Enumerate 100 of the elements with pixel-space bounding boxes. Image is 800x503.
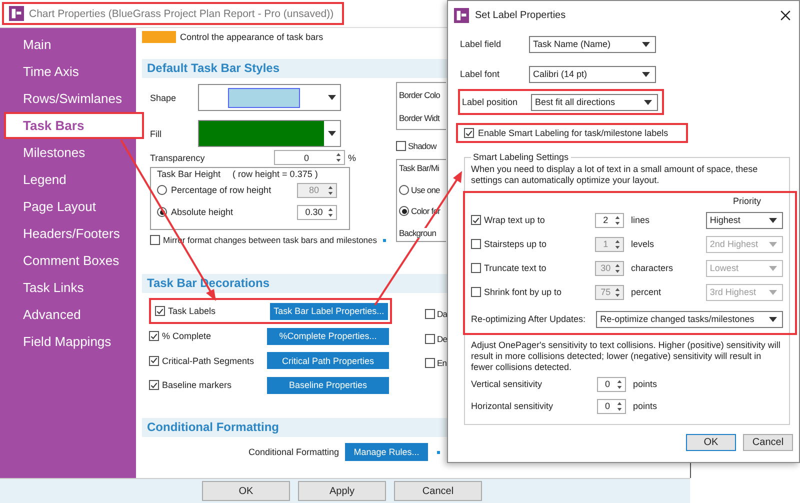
dialog-button[interactable]: Apply — [298, 481, 386, 501]
checkbox[interactable] — [425, 358, 435, 368]
rule-label: Stairsteps up to — [484, 239, 547, 249]
properties-button[interactable]: %Complete Properties... — [267, 328, 389, 345]
height-field[interactable]: 0.30 — [297, 204, 337, 220]
number-field[interactable]: 1 — [595, 236, 624, 252]
properties-button[interactable]: Task Bar Label Properties... — [270, 302, 388, 320]
caret-icon — [328, 131, 336, 136]
caret-icon — [769, 290, 777, 294]
checkbox-label: Enable Smart Labeling for task/milestone labels — [478, 128, 668, 138]
spinner-arrows-icon[interactable] — [326, 206, 335, 218]
sidebar-item[interactable]: Main — [0, 31, 136, 58]
sidebar-item[interactable]: Time Axis — [0, 58, 136, 85]
radio-button[interactable] — [399, 184, 409, 195]
reoptimize-label: Re-optimizing After Updates: — [471, 314, 587, 324]
unit-label: points — [633, 379, 658, 389]
checkbox[interactable] — [425, 334, 435, 344]
rule-label: Wrap text up to — [484, 215, 545, 225]
reoptimize-dropdown[interactable]: Re-optimize changed tasks/milestones — [596, 310, 783, 328]
description-text: When you need to display a lot of text in a small amount of space, these settings can automatically optimize your layout. — [471, 164, 759, 186]
caret-icon — [769, 266, 777, 270]
field-label: Label field — [460, 39, 502, 49]
sidebar-item[interactable]: Rows/Swimlanes — [0, 85, 136, 112]
checkbox-label: Da — [437, 309, 448, 320]
fill-dropdown[interactable] — [198, 120, 341, 147]
shape-label: Shape — [150, 92, 178, 102]
dropdown[interactable]: Best fit all directions — [531, 94, 658, 110]
shape-dropdown[interactable] — [198, 84, 341, 111]
intro-text: Control the appearance of task bars — [180, 32, 324, 42]
window-title: Chart Properties (BlueGrass Project Plan Report - Pro (unsaved)) — [29, 8, 334, 20]
checkbox[interactable] — [471, 239, 481, 249]
decoration-label: % Complete — [162, 331, 212, 342]
sidebar-item[interactable]: Legend — [0, 166, 136, 193]
sidebar-item[interactable]: Advanced — [0, 301, 136, 328]
properties-button[interactable]: Baseline Properties — [267, 376, 389, 394]
row-height-note: ( row height = 0.375 ) — [232, 169, 318, 179]
spinner-arrows-icon[interactable] — [615, 378, 624, 390]
spinner-arrows-icon[interactable] — [326, 184, 335, 196]
field-label: Label position — [462, 97, 519, 107]
option-label: Percentage of row height — [171, 185, 272, 195]
sidebar-item[interactable]: Headers/Footers — [0, 220, 136, 247]
group-title: Smart Labeling Settings — [471, 152, 571, 162]
sidebar-item[interactable]: Milestones — [0, 139, 136, 166]
spinner-arrows-icon[interactable] — [612, 214, 622, 226]
dropdown[interactable]: Calibri (14 pt) — [529, 66, 656, 82]
option-label: Absolute height — [171, 207, 234, 217]
properties-button[interactable]: Critical Path Properties — [267, 352, 389, 370]
decoration-label: Task Labels — [168, 306, 217, 316]
close-icon[interactable] — [780, 10, 791, 20]
checkbox[interactable] — [471, 287, 481, 297]
option-label: Use one — [411, 184, 440, 195]
caret-icon — [644, 100, 652, 104]
priority-dropdown[interactable]: 3rd Highest — [706, 284, 783, 300]
checkbox[interactable] — [396, 141, 406, 151]
dropdown[interactable]: Task Name (Name) — [529, 36, 656, 52]
dialog-button[interactable]: OK — [202, 481, 290, 501]
radio-button[interactable] — [157, 185, 167, 195]
checkbox[interactable] — [149, 380, 159, 390]
checkbox[interactable] — [149, 356, 159, 366]
checkbox[interactable] — [149, 331, 159, 342]
checkbox[interactable] — [150, 235, 160, 245]
checkbox[interactable] — [425, 309, 435, 320]
spinner-arrows-icon[interactable] — [612, 238, 622, 250]
priority-dropdown[interactable]: Highest — [706, 212, 783, 228]
spinner-arrows-icon[interactable] — [615, 400, 624, 412]
checkbox[interactable] — [464, 128, 474, 138]
caret-icon — [769, 218, 777, 222]
transparency-field[interactable]: 0 — [274, 150, 345, 165]
checkbox[interactable] — [471, 215, 481, 225]
sidebar-item[interactable]: Field Mappings — [0, 328, 136, 355]
sensitivity-note: Adjust OnePager's sensitivity to text collisions. Higher (positive) sensitivity will result in more collisions detected; lower (negative) sensitivity will result in fewer collisions detected. — [471, 340, 782, 373]
spinner-arrows-icon[interactable] — [612, 262, 622, 274]
height-field[interactable]: 80 — [297, 182, 337, 198]
sidebar-item[interactable]: Page Layout — [0, 193, 136, 220]
checkbox[interactable] — [155, 306, 165, 316]
number-field[interactable]: 0 — [597, 398, 626, 414]
border-label: Border Colo — [399, 90, 441, 100]
spinner-arrows-icon[interactable] — [612, 286, 622, 298]
dialog-button[interactable]: OK — [686, 434, 736, 451]
manage-rules-button[interactable]: Manage Rules... — [345, 443, 428, 461]
number-field[interactable]: 0 — [597, 376, 626, 392]
group-title: Task Bar Height — [157, 169, 221, 179]
caret-icon — [642, 72, 650, 76]
checkbox[interactable] — [471, 263, 481, 273]
priority-dropdown[interactable]: Lowest — [706, 260, 783, 276]
sidebar-item[interactable]: Task Links — [0, 274, 136, 301]
transparency-label: Transparency — [150, 152, 206, 162]
radio-button[interactable] — [399, 206, 409, 216]
priority-dropdown[interactable]: 2nd Highest — [706, 236, 783, 252]
number-field[interactable]: 2 — [595, 212, 624, 228]
number-field[interactable]: 30 — [595, 260, 624, 276]
sidebar-item[interactable]: Comment Boxes — [0, 247, 136, 274]
unit-label: lines — [630, 215, 650, 225]
spinner-arrows-icon[interactable] — [334, 151, 343, 164]
number-field[interactable]: 75 — [595, 284, 624, 300]
decoration-label: Baseline markers — [162, 380, 233, 390]
dialog-button[interactable]: Cancel — [394, 481, 482, 501]
sidebar-item[interactable]: Task Bars — [6, 114, 142, 137]
field-label: Label font — [460, 69, 501, 79]
dialog-button[interactable]: Cancel — [743, 434, 793, 451]
